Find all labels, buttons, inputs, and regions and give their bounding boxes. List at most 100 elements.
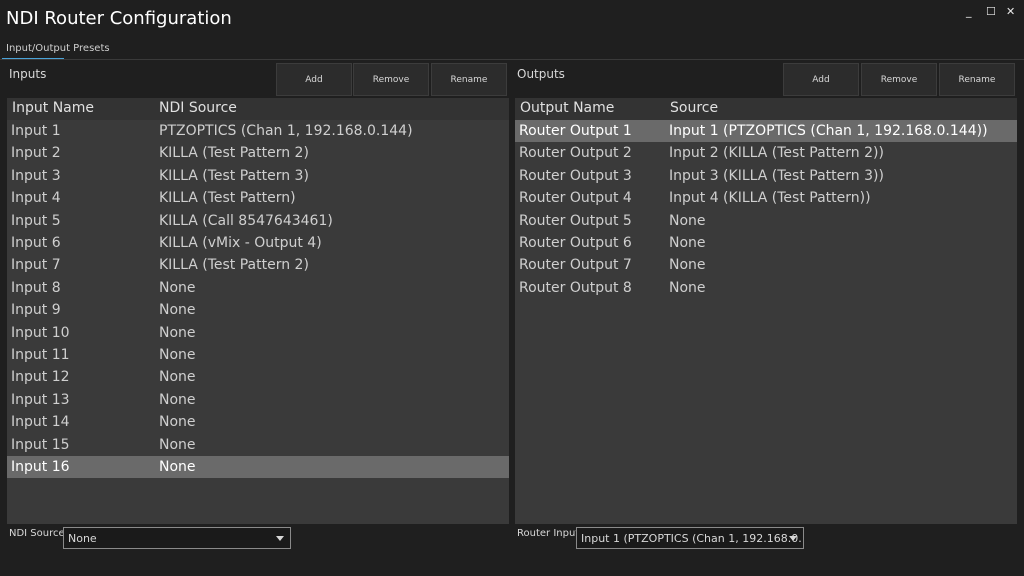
tab-input-output-presets[interactable]: Input/Output Presets bbox=[6, 43, 110, 54]
row-name: Input 16 bbox=[11, 459, 70, 475]
row-name: Input 10 bbox=[11, 324, 70, 341]
row-source: Input 3 (KILLA (Test Pattern 3)) bbox=[669, 167, 884, 184]
table-row[interactable]: Router Output 2 Input 2 (KILLA (Test Patt… bbox=[515, 142, 1017, 164]
outputs-list-header: Output Name Source bbox=[515, 98, 1017, 120]
table-row[interactable]: Router Output 1 Input 1 (PTZOPTICS (Chan … bbox=[515, 120, 1017, 142]
row-source: KILLA (Test Pattern 3) bbox=[159, 167, 309, 184]
column-header-ndi-source[interactable]: NDI Source bbox=[159, 100, 237, 116]
row-name: Router Output 3 bbox=[519, 167, 632, 184]
outputs-add-button[interactable]: Add bbox=[783, 63, 859, 96]
router-input-select-value: Input 1 (PTZOPTICS (Chan 1, 192.168.0. bbox=[581, 532, 802, 545]
row-name: Input 3 bbox=[11, 167, 61, 184]
table-row[interactable]: Router Output 5 None bbox=[515, 210, 1017, 232]
minimize-button[interactable]: _ bbox=[966, 6, 972, 18]
table-row[interactable]: Input 11 None bbox=[7, 344, 509, 366]
ndi-source-select[interactable]: None bbox=[63, 527, 291, 549]
table-row[interactable]: Input 4 KILLA (Test Pattern) bbox=[7, 187, 509, 209]
table-row[interactable]: Input 5 KILLA (Call 8547643461) bbox=[7, 210, 509, 232]
row-name: Router Output 5 bbox=[519, 212, 632, 229]
row-name: Router Output 8 bbox=[519, 279, 632, 296]
row-source: None bbox=[159, 324, 196, 341]
maximize-button[interactable]: ☐ bbox=[986, 6, 996, 18]
row-source: PTZOPTICS (Chan 1, 192.168.0.144) bbox=[159, 123, 413, 139]
column-header-input-name[interactable]: Input Name bbox=[12, 100, 94, 116]
row-name: Input 6 bbox=[11, 235, 61, 251]
row-name: Input 12 bbox=[11, 369, 70, 386]
close-button[interactable]: ✕ bbox=[1006, 6, 1015, 18]
row-name: Router Output 7 bbox=[519, 257, 632, 274]
table-row[interactable]: Input 1 PTZOPTICS (Chan 1, 192.168.0.144) bbox=[7, 120, 509, 142]
row-name: Router Output 4 bbox=[519, 190, 632, 207]
table-row[interactable]: Input 3 KILLA (Test Pattern 3) bbox=[7, 165, 509, 187]
tab-divider bbox=[0, 59, 1024, 60]
table-row[interactable]: Router Output 4 Input 4 (KILLA (Test Patt… bbox=[515, 187, 1017, 209]
outputs-rename-button[interactable]: Rename bbox=[939, 63, 1015, 96]
row-name: Input 1 bbox=[11, 123, 61, 139]
chevron-down-icon bbox=[789, 536, 797, 541]
ndi-source-label: NDI Source bbox=[9, 528, 65, 539]
row-source: None bbox=[159, 279, 196, 296]
row-name: Input 5 bbox=[11, 212, 61, 229]
row-source: None bbox=[159, 391, 196, 408]
row-source: None bbox=[159, 459, 196, 475]
ndi-source-select-value: None bbox=[68, 532, 97, 545]
row-source: KILLA (Test Pattern) bbox=[159, 190, 296, 207]
row-name: Input 11 bbox=[11, 347, 70, 363]
row-name: Input 2 bbox=[11, 145, 61, 162]
row-source: Input 4 (KILLA (Test Pattern)) bbox=[669, 190, 871, 207]
router-input-label: Router Input bbox=[517, 528, 580, 539]
inputs-title: Inputs bbox=[9, 67, 47, 81]
row-source: None bbox=[669, 257, 706, 274]
table-row[interactable]: Router Output 3 Input 3 (KILLA (Test Patt… bbox=[515, 165, 1017, 187]
row-source: None bbox=[159, 302, 196, 319]
row-name: Input 8 bbox=[11, 279, 61, 296]
table-row[interactable]: Input 9 None bbox=[7, 299, 509, 321]
row-source: None bbox=[669, 212, 706, 229]
row-source: Input 1 (PTZOPTICS (Chan 1, 192.168.0.14… bbox=[669, 123, 988, 139]
inputs-remove-button[interactable]: Remove bbox=[353, 63, 429, 96]
table-row[interactable]: Input 16 None bbox=[7, 456, 509, 478]
table-row[interactable]: Input 6 KILLA (vMix - Output 4) bbox=[7, 232, 509, 254]
outputs-title: Outputs bbox=[517, 67, 565, 81]
row-source: None bbox=[159, 369, 196, 386]
row-source: Input 2 (KILLA (Test Pattern 2)) bbox=[669, 145, 884, 162]
table-row[interactable]: Input 12 None bbox=[7, 366, 509, 388]
row-name: Input 13 bbox=[11, 391, 70, 408]
column-header-source[interactable]: Source bbox=[670, 100, 718, 116]
column-header-output-name[interactable]: Output Name bbox=[520, 100, 614, 116]
chevron-down-icon bbox=[276, 536, 284, 541]
row-source: None bbox=[669, 235, 706, 251]
row-source: None bbox=[159, 347, 196, 363]
row-source: None bbox=[159, 414, 196, 431]
table-row[interactable]: Input 8 None bbox=[7, 277, 509, 299]
row-source: None bbox=[159, 436, 196, 453]
outputs-remove-button[interactable]: Remove bbox=[861, 63, 937, 96]
inputs-list-header: Input Name NDI Source bbox=[7, 98, 509, 120]
row-name: Input 9 bbox=[11, 302, 61, 319]
table-row[interactable]: Input 14 None bbox=[7, 411, 509, 433]
table-row[interactable]: Router Output 8 None bbox=[515, 277, 1017, 299]
row-source: None bbox=[669, 279, 706, 296]
outputs-list[interactable]: Output Name Source Router Output 1 Input … bbox=[515, 98, 1017, 524]
row-source: KILLA (Test Pattern 2) bbox=[159, 145, 309, 162]
table-row[interactable]: Input 2 KILLA (Test Pattern 2) bbox=[7, 142, 509, 164]
row-name: Input 14 bbox=[11, 414, 70, 431]
row-source: KILLA (Call 8547643461) bbox=[159, 212, 333, 229]
row-source: KILLA (vMix - Output 4) bbox=[159, 235, 322, 251]
inputs-add-button[interactable]: Add bbox=[276, 63, 352, 96]
row-name: Router Output 1 bbox=[519, 123, 632, 139]
row-name: Input 15 bbox=[11, 436, 70, 453]
table-row[interactable]: Input 10 None bbox=[7, 322, 509, 344]
inputs-rename-button[interactable]: Rename bbox=[431, 63, 507, 96]
table-row[interactable]: Router Output 7 None bbox=[515, 254, 1017, 276]
table-row[interactable]: Input 13 None bbox=[7, 389, 509, 411]
table-row[interactable]: Input 7 KILLA (Test Pattern 2) bbox=[7, 254, 509, 276]
table-row[interactable]: Router Output 6 None bbox=[515, 232, 1017, 254]
app-title: NDI Router Configuration bbox=[6, 8, 232, 29]
table-row[interactable]: Input 15 None bbox=[7, 434, 509, 456]
router-input-select[interactable]: Input 1 (PTZOPTICS (Chan 1, 192.168.0. bbox=[576, 527, 804, 549]
inputs-list[interactable]: Input Name NDI Source Input 1 PTZOPTICS (… bbox=[7, 98, 509, 524]
row-source: KILLA (Test Pattern 2) bbox=[159, 257, 309, 274]
row-name: Router Output 6 bbox=[519, 235, 632, 251]
row-name: Input 7 bbox=[11, 257, 61, 274]
